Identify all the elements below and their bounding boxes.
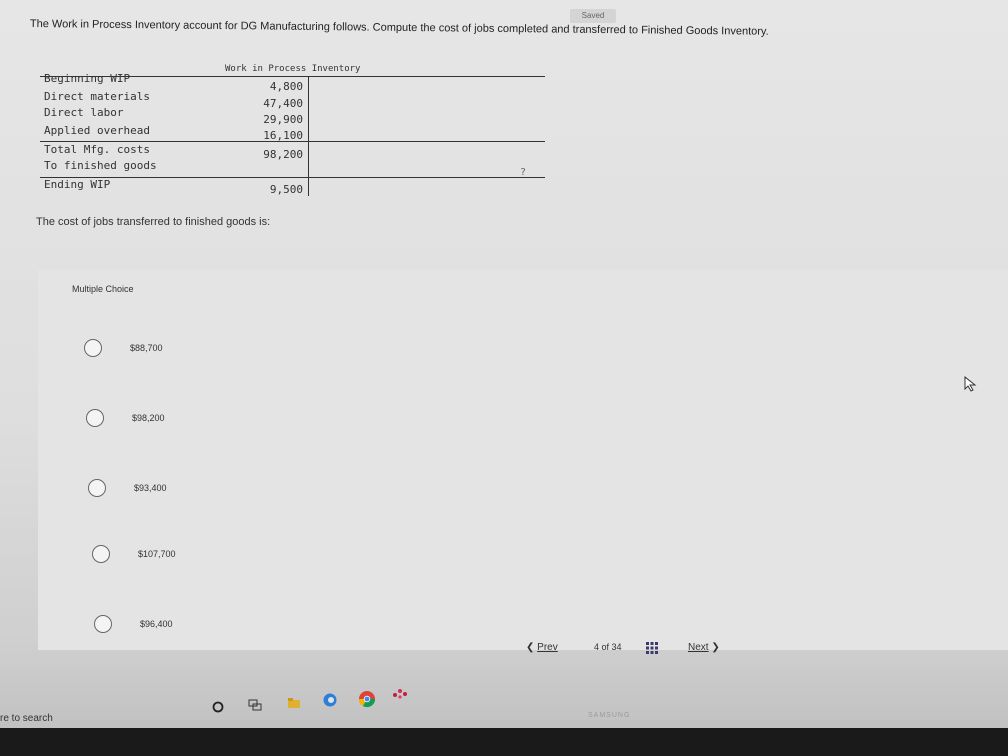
ledger-label-applied-overhead: Applied overhead	[44, 124, 150, 137]
taskbar-search-input[interactable]: re to search	[0, 713, 53, 724]
multiple-choice-label: Multiple Choice	[72, 284, 134, 294]
ledger-label-direct-labor: Direct labor	[44, 106, 124, 119]
choice-label: $98,200	[132, 413, 165, 423]
radio-button[interactable]	[84, 339, 102, 357]
prev-button[interactable]: ❮ Prev	[526, 642, 558, 653]
choice-label: $96,400	[140, 619, 173, 629]
file-explorer-icon[interactable]	[288, 697, 300, 709]
page-indicator: 4 of 34	[594, 642, 622, 652]
ledger-value-direct-materials: 47,400	[263, 97, 303, 110]
choice-label: $107,700	[138, 549, 176, 559]
ledger-ending-line	[40, 177, 545, 178]
mouse-cursor-icon	[964, 376, 977, 392]
wip-ledger: Work in Process Inventory Beginning WIP …	[40, 64, 545, 196]
task-view-icon[interactable]	[248, 699, 262, 711]
ledger-label-total-mfg: Total Mfg. costs	[44, 143, 150, 156]
radio-button[interactable]	[86, 409, 104, 427]
ledger-divider	[308, 76, 309, 196]
choice-option[interactable]: $93,400	[88, 476, 167, 500]
answer-prompt: The cost of jobs transferred to finished…	[36, 216, 271, 228]
ledger-title: Work in Process Inventory	[225, 64, 361, 74]
prev-link[interactable]: Prev	[537, 642, 558, 653]
ledger-label-beginning-wip: Beginning WIP	[44, 72, 131, 85]
ledger-value-ending-wip: 9,500	[269, 183, 303, 196]
choice-option[interactable]: $98,200	[86, 406, 165, 430]
monitor-brand-logo: SAMSUNG	[588, 712, 631, 719]
next-button[interactable]: Next ❯	[688, 642, 720, 653]
monitor-bezel	[0, 728, 1008, 756]
next-link[interactable]: Next	[688, 642, 709, 653]
choice-option[interactable]: $96,400	[94, 612, 173, 636]
chrome-browser-icon[interactable]	[358, 690, 376, 708]
choice-option[interactable]: $107,700	[92, 542, 176, 566]
multiple-choice-panel	[38, 270, 1008, 650]
ledger-value-total-mfg: 98,200	[263, 148, 303, 161]
question-text: The Work in Process Inventory account fo…	[29, 18, 769, 38]
choice-option[interactable]: $88,700	[84, 336, 163, 360]
choice-label: $93,400	[134, 483, 167, 493]
edge-browser-icon[interactable]	[322, 692, 338, 708]
saved-badge: Saved	[570, 9, 616, 23]
radio-button[interactable]	[94, 615, 112, 633]
chevron-right-icon: ❯	[711, 642, 720, 653]
ledger-value-direct-labor: 29,900	[263, 113, 303, 126]
chevron-left-icon: ❮	[526, 642, 535, 653]
ledger-label-ending-wip: Ending WIP	[44, 178, 111, 191]
app-icon[interactable]	[392, 686, 410, 700]
choice-label: $88,700	[130, 343, 163, 353]
cortana-icon[interactable]	[212, 700, 224, 714]
ledger-label-to-finished-goods: To finished goods	[44, 159, 157, 172]
radio-button[interactable]	[92, 545, 110, 563]
ledger-value-beginning-wip: 4,800	[269, 80, 303, 93]
ledger-label-direct-materials: Direct materials	[44, 90, 150, 103]
radio-button[interactable]	[88, 479, 106, 497]
ledger-total-line	[40, 141, 545, 142]
grid-icon[interactable]	[646, 642, 658, 654]
